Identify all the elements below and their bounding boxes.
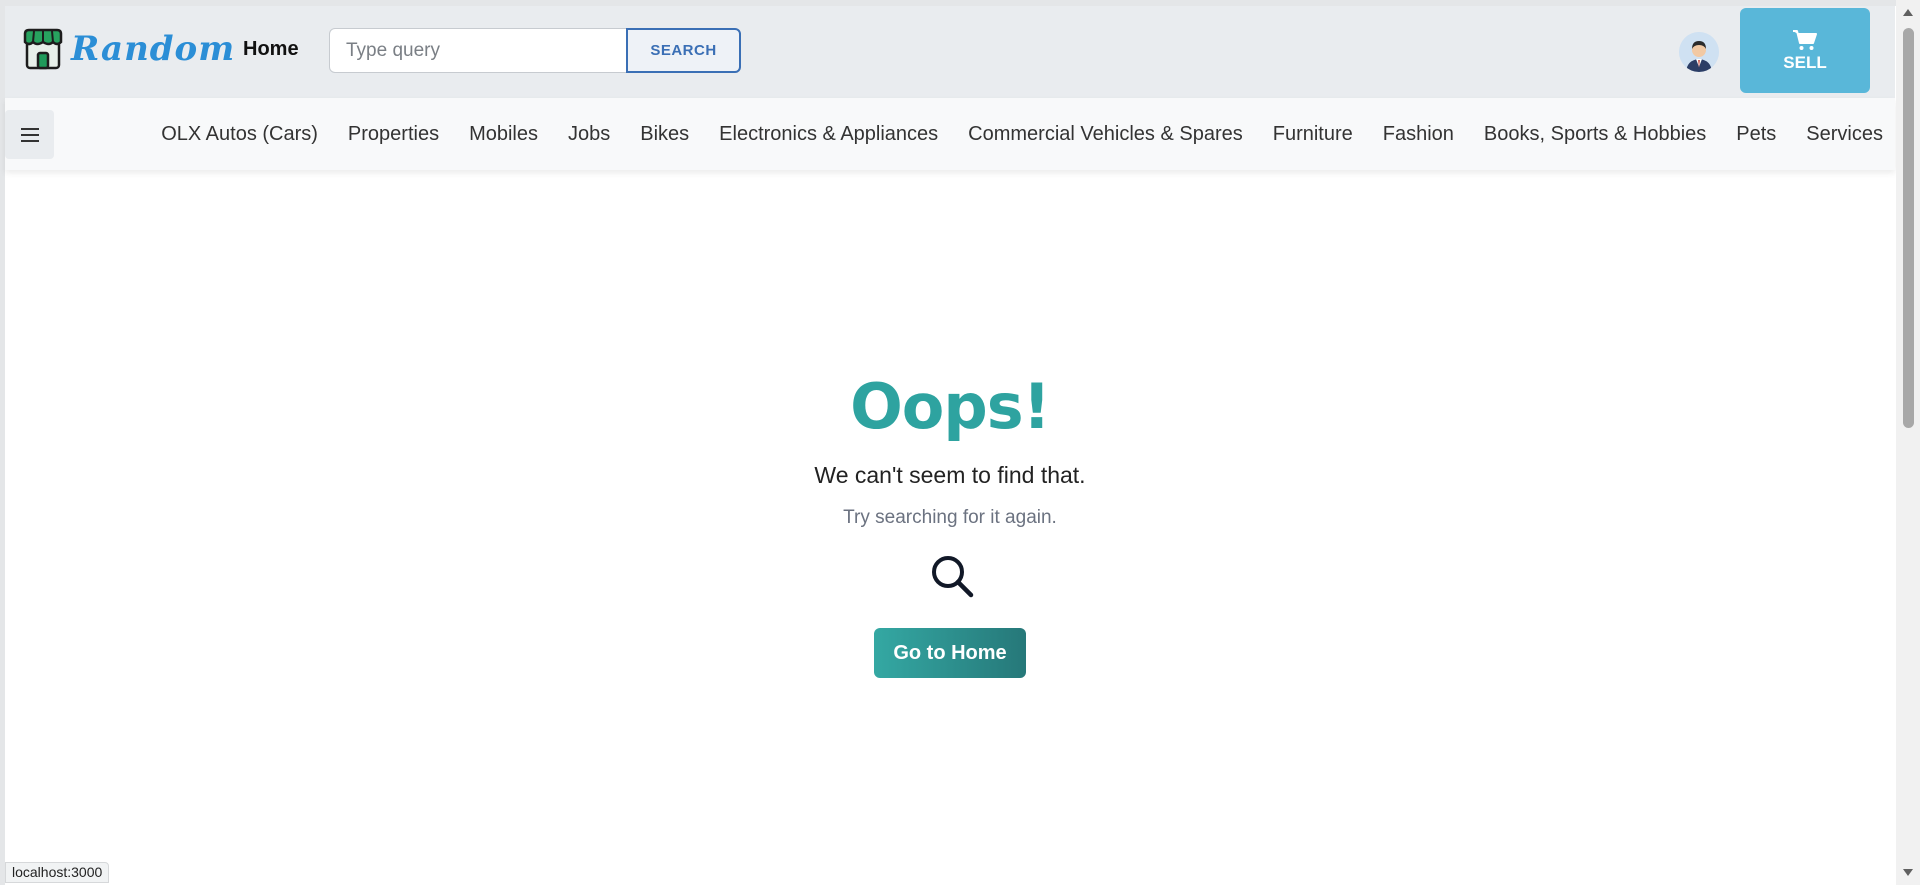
category-books-sports-hobbies[interactable]: Books, Sports & Hobbies xyxy=(1484,123,1706,146)
header: Random Home SEARCH SELL xyxy=(5,6,1895,98)
sell-label: SELL xyxy=(1783,52,1827,72)
category-furniture[interactable]: Furniture xyxy=(1273,123,1353,146)
search-icon xyxy=(932,556,974,598)
error-title: Oops! xyxy=(850,370,1051,443)
search-button[interactable]: SEARCH xyxy=(626,28,741,73)
category-fashion[interactable]: Fashion xyxy=(1383,123,1454,146)
go-home-button[interactable]: Go to Home xyxy=(874,628,1026,678)
cart-icon xyxy=(1793,29,1817,50)
error-hint: Try searching for it again. xyxy=(843,507,1057,528)
hamburger-icon xyxy=(20,127,39,142)
category-electronics[interactable]: Electronics & Appliances xyxy=(719,123,938,146)
vertical-scrollbar[interactable] xyxy=(1896,0,1920,885)
category-list: OLX Autos (Cars) Properties Mobiles Jobs… xyxy=(161,98,1883,170)
search-input[interactable] xyxy=(329,28,629,73)
category-bar: OLX Autos (Cars) Properties Mobiles Jobs… xyxy=(5,98,1895,170)
category-jobs[interactable]: Jobs xyxy=(568,123,610,146)
page: Random Home SEARCH SELL xyxy=(0,0,1920,885)
status-bar-url: localhost:3000 xyxy=(5,862,110,883)
scroll-thumb[interactable] xyxy=(1903,28,1914,428)
category-bikes[interactable]: Bikes xyxy=(640,123,689,146)
category-pets[interactable]: Pets xyxy=(1736,123,1776,146)
logo-text: Random xyxy=(71,29,236,69)
category-mobiles[interactable]: Mobiles xyxy=(469,123,538,146)
home-link[interactable]: Home xyxy=(243,38,299,61)
user-avatar[interactable] xyxy=(1679,32,1719,72)
category-properties[interactable]: Properties xyxy=(348,123,439,146)
sell-button[interactable]: SELL xyxy=(1740,8,1870,93)
not-found-section: Oops! We can't seem to find that. Try se… xyxy=(5,170,1895,870)
menu-button[interactable] xyxy=(5,110,54,159)
user-icon xyxy=(1679,32,1719,72)
category-commercial-vehicles[interactable]: Commercial Vehicles & Spares xyxy=(968,123,1243,146)
scroll-up-arrow-icon[interactable] xyxy=(1903,9,1913,16)
error-message: We can't seem to find that. xyxy=(814,462,1086,488)
category-services[interactable]: Services xyxy=(1806,123,1883,146)
logo[interactable]: Random xyxy=(23,28,235,70)
category-olx-autos[interactable]: OLX Autos (Cars) xyxy=(161,123,318,146)
store-icon xyxy=(23,28,63,70)
scroll-down-arrow-icon[interactable] xyxy=(1903,869,1913,876)
